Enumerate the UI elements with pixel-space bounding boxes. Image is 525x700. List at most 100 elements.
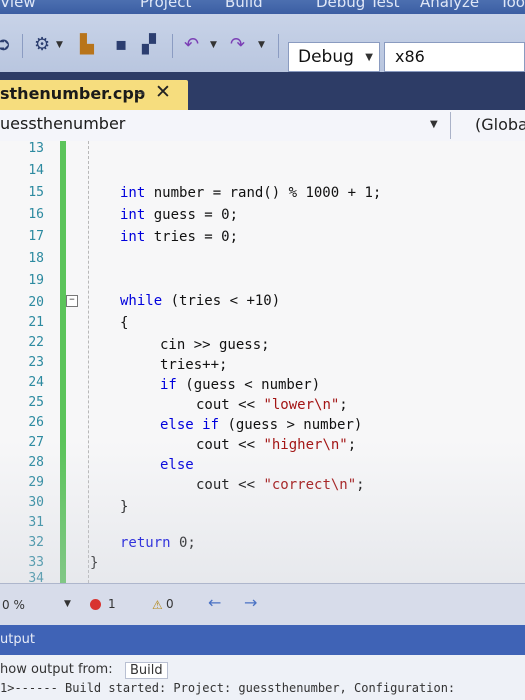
line-number: 13: [28, 141, 44, 156]
line-number: 25: [28, 395, 44, 410]
solution-platform-dropdown[interactable]: x86: [384, 42, 525, 72]
code-line-20[interactable]: while (tries < +10): [120, 293, 280, 309]
menu-project[interactable]: Project: [140, 0, 191, 11]
navbar-divider: [450, 112, 451, 139]
menu-build[interactable]: Build: [225, 0, 263, 11]
new-project-icon[interactable]: ⚙: [34, 36, 50, 54]
code-text: ;: [339, 397, 348, 413]
code-line-26[interactable]: else if (guess > number): [160, 417, 362, 433]
string-literal: "correct\n": [263, 477, 357, 493]
line-number: 21: [28, 315, 44, 330]
menu-debug[interactable]: Debug: [316, 0, 365, 11]
code-text: guess = 0;: [145, 207, 239, 223]
line-number: 16: [28, 207, 44, 222]
code-line-15[interactable]: int number = rand() % 1000 + 1;: [120, 185, 381, 201]
code-text: ;: [347, 437, 357, 453]
output-panel-header: utput: [0, 625, 525, 655]
code-text: cout <<: [196, 437, 264, 453]
chevron-down-icon[interactable]: ▼: [430, 119, 438, 130]
menu-analyze[interactable]: Analyze: [420, 0, 479, 11]
zoom-level[interactable]: 0 %: [2, 598, 25, 612]
tab-label: sthenumber.cpp: [0, 84, 146, 103]
tab-sthenumber-cpp[interactable]: sthenumber.cpp ⊸ ✕: [0, 80, 188, 110]
menu-tools[interactable]: Tools: [500, 0, 525, 11]
undo-icon[interactable]: ↶: [184, 36, 199, 54]
open-folder-icon[interactable]: ▙: [80, 36, 94, 54]
save-icon[interactable]: ▪: [115, 36, 127, 54]
keyword: int: [120, 229, 146, 245]
line-number: 27: [28, 435, 44, 450]
string-literal: "lower\n": [263, 397, 340, 413]
code-text: (guess < number): [176, 377, 321, 393]
code-line-29[interactable]: cout << "correct\n";: [196, 477, 365, 493]
code-line-17[interactable]: int tries = 0;: [120, 229, 238, 245]
code-text: cout <<: [196, 397, 264, 413]
menu-bar: View Project Build Debug Test Analyze To…: [0, 0, 525, 14]
code-line-23[interactable]: tries++;: [160, 357, 227, 373]
keyword: while: [120, 293, 163, 309]
code-text: 0;: [170, 535, 196, 551]
line-number: 28: [28, 455, 44, 470]
solution-configuration-dropdown[interactable]: Debug ▼: [288, 42, 380, 72]
output-panel-title: utput: [0, 632, 35, 647]
error-icon[interactable]: [90, 599, 101, 610]
collapse-toggle-icon[interactable]: −: [66, 295, 78, 307]
line-number: 34: [28, 571, 44, 583]
error-count[interactable]: 1: [108, 597, 116, 611]
warning-icon[interactable]: ⚠: [152, 598, 163, 612]
navigate-forward-icon[interactable]: ➲: [0, 36, 11, 54]
line-number-gutter: 13 14 15 16 17 18 19 20 21 22 23 24 25 2…: [0, 141, 58, 583]
toolbar-separator: [278, 34, 279, 58]
chevron-down-icon[interactable]: ▼: [64, 599, 71, 609]
member-scope-dropdown[interactable]: (Globa: [475, 115, 525, 134]
menu-test[interactable]: Test: [370, 0, 400, 11]
save-all-icon[interactable]: ▞: [142, 36, 156, 54]
chevron-down-icon[interactable]: ▼: [56, 40, 63, 50]
line-number: 29: [28, 475, 44, 490]
menu-view[interactable]: View: [0, 0, 36, 11]
toolbar-separator: [172, 34, 173, 58]
line-number: 26: [28, 415, 44, 430]
line-number: 15: [28, 185, 44, 200]
code-line-33[interactable]: }: [90, 555, 98, 571]
chevron-down-icon[interactable]: ▼: [258, 40, 265, 50]
line-number: 33: [28, 555, 44, 570]
line-number: 14: [28, 163, 44, 178]
editor-status-strip: 0 % ▼ 1 ⚠ 0 ← →: [0, 583, 525, 626]
code-line-24[interactable]: if (guess < number): [160, 377, 320, 393]
navigate-backward-icon[interactable]: ←: [208, 593, 221, 612]
code-line-25[interactable]: cout << "lower\n";: [196, 397, 348, 413]
code-editor[interactable]: 13 14 15 16 17 18 19 20 21 22 23 24 25 2…: [0, 141, 525, 583]
line-number: 30: [28, 495, 44, 510]
chevron-down-icon[interactable]: ▼: [210, 40, 217, 50]
code-line-32[interactable]: return 0;: [120, 535, 196, 551]
output-source-dropdown[interactable]: Build: [125, 662, 168, 679]
pin-icon[interactable]: ⊸: [135, 86, 145, 100]
redo-icon[interactable]: ↷: [230, 36, 245, 54]
chevron-down-icon[interactable]: ▼: [365, 52, 373, 63]
code-line-21[interactable]: {: [120, 315, 128, 331]
change-tracking-bar: [60, 141, 66, 583]
code-line-22[interactable]: cin >> guess;: [160, 337, 270, 353]
configuration-value: Debug: [298, 47, 354, 67]
code-text: tries = 0;: [145, 229, 239, 245]
navigation-bar: uessthenumber ▼ (Globa: [0, 110, 525, 142]
keyword: else if: [160, 417, 220, 433]
indent-guide: [88, 141, 89, 583]
warning-count[interactable]: 0: [166, 597, 174, 611]
code-line-16[interactable]: int guess = 0;: [120, 207, 238, 223]
close-icon[interactable]: ✕: [155, 81, 171, 103]
keyword: if: [160, 377, 177, 393]
line-number: 32: [28, 535, 44, 550]
line-number: 19: [28, 273, 44, 288]
code-line-30[interactable]: }: [120, 499, 128, 515]
line-number: 18: [28, 251, 44, 266]
project-scope-dropdown[interactable]: uessthenumber: [0, 114, 125, 133]
line-number: 20: [28, 295, 44, 310]
standard-toolbar: ➲ ⚙ ▼ ▙ ▪ ▞ ↶ ▼ ↷ ▼ Debug ▼ x86: [0, 14, 525, 73]
output-panel: how output from: Build 1>------ Build st…: [0, 655, 525, 700]
navigate-forward-icon[interactable]: →: [244, 593, 257, 612]
code-line-28[interactable]: else: [160, 457, 194, 473]
code-line-27[interactable]: cout << "higher\n";: [196, 437, 356, 453]
line-number: 22: [28, 335, 44, 350]
